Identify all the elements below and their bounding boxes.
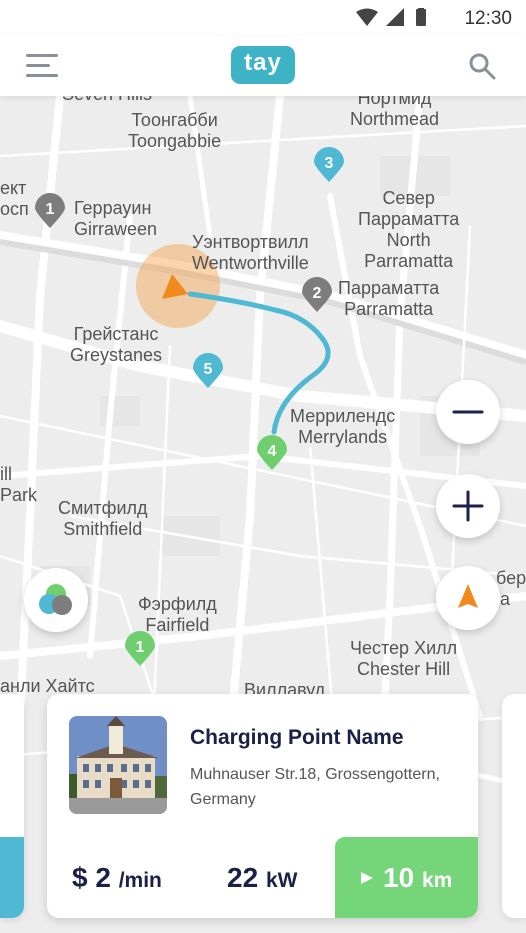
svg-text:4: 4 <box>268 443 277 460</box>
distance-value: 10 km <box>383 862 452 894</box>
map-label-fairfield: Фэрфилд Fairfield <box>138 594 217 635</box>
charging-point-photo <box>69 716 167 814</box>
wifi-icon <box>356 8 378 26</box>
map-label-smithfield: Смитфилд Smithfield <box>58 498 148 539</box>
layers-icon <box>39 584 72 615</box>
map-label-greystanes: Грейстанс Greystanes <box>70 324 163 365</box>
charging-point-card[interactable]: Charging Point Name Muhnauser Str.18, Gr… <box>47 694 478 918</box>
menu-button[interactable] <box>26 54 58 78</box>
layers-button[interactable] <box>24 568 88 632</box>
marker-pin-2-gray: 2 <box>302 277 332 312</box>
navigation-arrow-icon <box>458 584 478 608</box>
search-icon[interactable] <box>468 52 496 80</box>
app-logo: tay <box>231 46 295 84</box>
map-label-prospect: ект осп <box>0 178 29 219</box>
next-card[interactable] <box>502 694 526 918</box>
zoom-in-button[interactable] <box>436 474 500 538</box>
app-bar: tay <box>0 36 526 96</box>
map-label-park: ill Park <box>0 464 38 505</box>
map-label-girraween: Геррауин Girraween <box>74 198 158 239</box>
marker-pin-3-blue: 3 <box>314 147 344 182</box>
map-label-toongabbie: Тоонгабби Toongabbie <box>128 110 222 151</box>
minus-icon <box>452 410 484 414</box>
map-label-north-parramatta: Север Парраматта North Parramatta <box>358 188 460 271</box>
signal-icon <box>386 8 404 26</box>
map-label-berala: бер la <box>496 568 526 609</box>
previous-card-accent <box>0 837 24 918</box>
marker-pin-4-green: 4 <box>257 435 287 470</box>
play-arrow-icon <box>361 872 373 884</box>
power-value: 22 kW <box>227 862 297 894</box>
map-label-parramatta: Парраматта Parramatta <box>338 278 440 319</box>
price-amount: $ 2 <box>72 862 111 893</box>
power-unit: kW <box>265 869 298 892</box>
svg-text:1: 1 <box>136 639 145 656</box>
map-label-northmead: Нортмид Northmead <box>350 96 440 129</box>
svg-text:3: 3 <box>325 155 334 172</box>
battery-icon <box>416 9 426 26</box>
status-bar: 12:30 <box>0 0 526 36</box>
svg-text:2: 2 <box>313 285 322 302</box>
logo-text: tay <box>244 49 282 76</box>
svg-text:1: 1 <box>46 201 55 218</box>
map-label-chester-hill: Честер Хилл Chester Hill <box>350 638 458 679</box>
charging-point-address: Muhnauser Str.18, Grossengottern, German… <box>190 766 440 808</box>
distance-amount: 10 <box>383 862 415 893</box>
power-amount: 22 <box>227 862 259 893</box>
status-time: 12:30 <box>464 8 512 29</box>
navigate-button[interactable] <box>436 566 500 630</box>
navigate-distance-button[interactable]: 10 km <box>335 837 478 918</box>
status-icons <box>356 8 426 26</box>
map-label-merrylands: Меррилендс Merrylands <box>290 406 396 447</box>
marker-pin-1-green: 1 <box>125 631 155 666</box>
zoom-out-button[interactable] <box>436 380 500 444</box>
plus-icon <box>452 490 484 522</box>
building-image <box>69 716 167 814</box>
charging-point-name: Charging Point Name <box>190 726 404 749</box>
svg-text:5: 5 <box>204 361 213 378</box>
price-value: $ 2 /min <box>72 862 162 894</box>
map-label-wentworthville: Уэнтвортвилл Wentworthville <box>192 232 309 273</box>
map-label-seven-hills: Seven Hills <box>62 96 152 105</box>
price-unit: /min <box>118 869 162 892</box>
distance-unit: km <box>421 869 453 892</box>
previous-card[interactable] <box>0 694 24 918</box>
marker-pin-1-gray: 1 <box>35 193 65 228</box>
charging-point-carousel[interactable]: Charging Point Name Muhnauser Str.18, Gr… <box>0 694 526 933</box>
hamburger-icon <box>26 54 58 57</box>
